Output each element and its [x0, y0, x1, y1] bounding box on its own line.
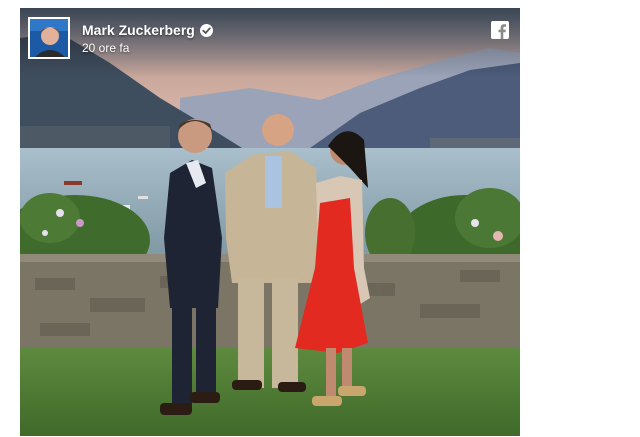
facebook-icon[interactable] [491, 21, 509, 39]
facebook-post-card: Mark Zuckerberg 20 ore fa [20, 8, 520, 436]
avatar-image [30, 19, 68, 57]
avatar[interactable] [28, 17, 70, 59]
verified-badge-icon [199, 23, 213, 37]
post-timestamp[interactable]: 20 ore fa [82, 41, 129, 55]
author-name[interactable]: Mark Zuckerberg [82, 22, 195, 38]
post-author[interactable]: Mark Zuckerberg [82, 22, 213, 38]
